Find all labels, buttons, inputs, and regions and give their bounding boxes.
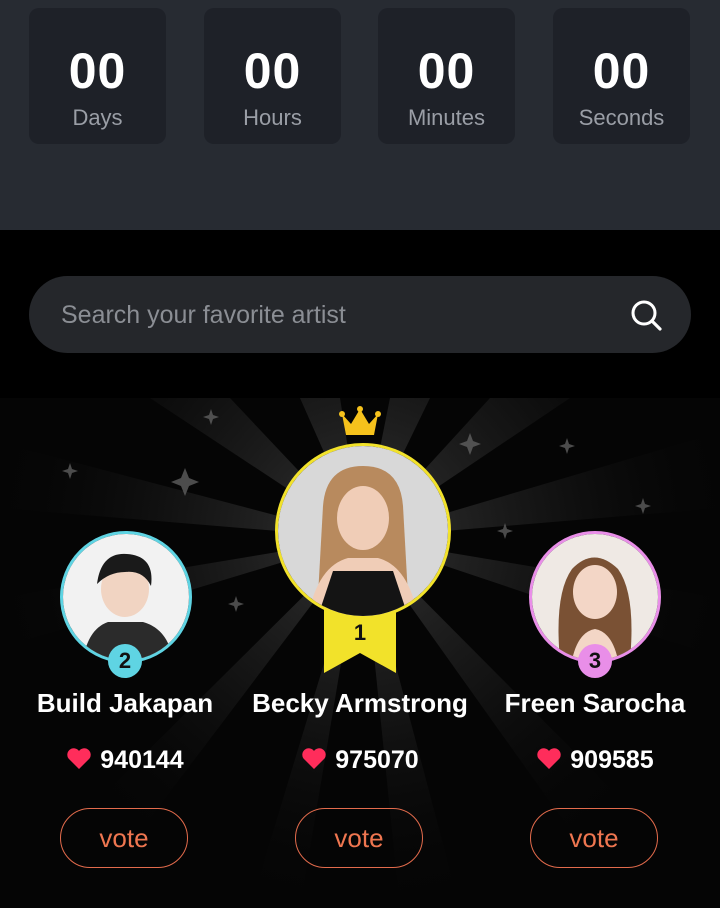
vote-count: 940144 <box>5 746 245 775</box>
rank-badge: 1 <box>353 620 367 645</box>
artist-name: Becky Armstrong <box>252 688 468 718</box>
days-value: 00 <box>68 43 127 99</box>
crown-icon <box>339 406 381 435</box>
countdown-hours: 00 Hours <box>204 8 341 144</box>
days-label: Days <box>72 105 123 130</box>
vote-count-value: 909585 <box>570 746 654 774</box>
artist-card-rank-2: 2 Build Jakapan 940144 vote <box>5 398 245 908</box>
countdown-days: 00 Days <box>29 8 166 144</box>
minutes-value: 00 <box>417 43 476 99</box>
artist-card-rank-1: 1 Becky Armstrong 975070 vote <box>240 398 480 908</box>
hours-label: Hours <box>243 105 302 130</box>
heart-icon <box>67 748 91 769</box>
seconds-label: Seconds <box>578 105 665 130</box>
vote-count: 975070 <box>240 746 480 775</box>
artist-name: Freen Sarocha <box>504 688 686 718</box>
leaderboard-podium: 2 Build Jakapan 940144 vote 1 Becky Arms… <box>0 398 720 908</box>
artist-card-rank-3: 3 Freen Sarocha 909585 vote <box>475 398 715 908</box>
search-icon[interactable] <box>629 298 663 332</box>
heart-icon <box>302 748 326 769</box>
countdown-panel: 00 Days 00 Hours 00 Minutes 00 Seconds <box>0 0 720 230</box>
rank-badge: 2 <box>108 644 142 678</box>
search-bar[interactable] <box>29 276 691 355</box>
seconds-value: 00 <box>592 43 651 99</box>
countdown-minutes: 00 Minutes <box>378 8 515 144</box>
artist-name: Build Jakapan <box>36 688 214 718</box>
rank-badge: 3 <box>578 644 612 678</box>
vote-count: 909585 <box>475 746 715 775</box>
countdown-seconds: 00 Seconds <box>553 8 690 144</box>
search-input[interactable] <box>59 276 623 355</box>
minutes-label: Minutes <box>407 105 486 130</box>
vote-button[interactable]: vote <box>530 808 658 868</box>
vote-count-value: 975070 <box>335 746 419 774</box>
hours-value: 00 <box>243 43 302 99</box>
vote-count-value: 940144 <box>100 746 184 774</box>
vote-button[interactable]: vote <box>60 808 188 868</box>
vote-button[interactable]: vote <box>295 808 423 868</box>
heart-icon <box>537 748 561 769</box>
avatar[interactable] <box>275 443 451 619</box>
